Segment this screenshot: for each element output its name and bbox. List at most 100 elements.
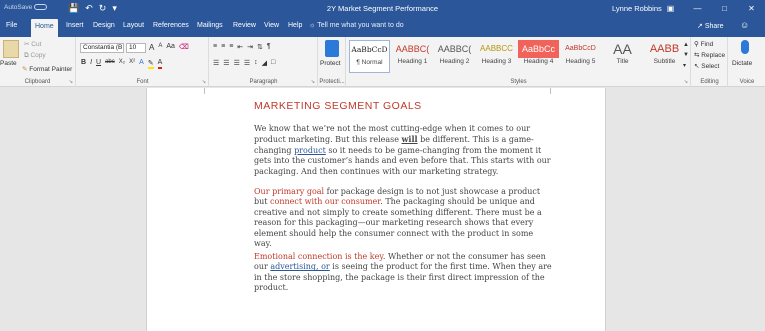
- paragraph-3[interactable]: Emotional connection is the key. Whether…: [254, 252, 552, 294]
- tab-insert[interactable]: Insert: [66, 22, 84, 29]
- editing-group: ⚲ Find ⇆ Replace ↖ Select Editing: [692, 37, 728, 87]
- feedback-icon[interactable]: ☺: [740, 20, 749, 30]
- tab-help[interactable]: Help: [288, 22, 302, 29]
- font-color-icon[interactable]: A: [157, 59, 163, 69]
- italic-button[interactable]: I: [90, 59, 92, 69]
- clipboard-group: Paste ✂ Cut ⧉ Copy ✎ Format Painter Clip…: [0, 37, 76, 87]
- decrease-indent-icon[interactable]: ⇤: [237, 43, 243, 51]
- style-subtitle[interactable]: AABB Subtitle: [644, 40, 685, 73]
- underlined-word: advertising, or: [270, 262, 330, 272]
- document-heading[interactable]: MARKETING SEGMENT GOALS: [254, 100, 422, 112]
- voice-group: Dictate Voice: [729, 37, 765, 87]
- find-button[interactable]: ⚲ Find: [694, 40, 713, 48]
- margin-mark: [204, 88, 205, 94]
- minimize-icon[interactable]: —: [684, 0, 711, 17]
- tab-view[interactable]: View: [264, 22, 279, 29]
- tab-design[interactable]: Design: [93, 22, 115, 29]
- align-center-icon[interactable]: ☰: [223, 59, 229, 67]
- shading-icon[interactable]: ◢: [262, 59, 267, 67]
- superscript-button[interactable]: X²: [129, 59, 135, 69]
- dictate-button[interactable]: Dictate: [732, 60, 752, 67]
- borders-icon[interactable]: □: [271, 59, 275, 67]
- paste-icon[interactable]: [3, 40, 19, 58]
- cut-button[interactable]: ✂ Cut: [24, 40, 41, 48]
- style-preview: AABBC(: [437, 44, 472, 54]
- styles-scroll-down-icon[interactable]: ▼: [683, 52, 689, 58]
- paragraph-1[interactable]: We know that we’re not the most cutting-…: [254, 124, 552, 177]
- bullets-icon[interactable]: ≡: [213, 43, 217, 51]
- replace-button[interactable]: ⇆ Replace: [694, 51, 725, 59]
- tab-mailings[interactable]: Mailings: [197, 22, 223, 29]
- restore-icon[interactable]: □: [711, 0, 738, 17]
- font-name-box[interactable]: Constantia (B: [80, 43, 124, 53]
- sort-icon[interactable]: ⇅: [257, 43, 263, 51]
- numbering-icon[interactable]: ≡: [221, 43, 225, 51]
- multilevel-list-icon[interactable]: ≡: [229, 43, 233, 51]
- select-button[interactable]: ↖ Select: [694, 62, 719, 70]
- text-effects-icon[interactable]: A: [139, 59, 144, 69]
- select-label: Select: [701, 63, 720, 70]
- align-right-icon[interactable]: ☰: [234, 59, 240, 67]
- style-heading-1[interactable]: AABBC( Heading 1: [392, 40, 433, 73]
- style-heading-4[interactable]: AaBbCc Heading 4: [518, 40, 559, 73]
- ribbon-display-icon[interactable]: ▣: [657, 0, 684, 17]
- tab-file[interactable]: File: [6, 22, 17, 29]
- shrink-font-button[interactable]: A: [158, 43, 162, 52]
- clear-format-icon[interactable]: ⌫: [179, 43, 189, 52]
- voice-label: Voice: [739, 79, 755, 85]
- user-name[interactable]: Lynne Robbins: [612, 4, 662, 13]
- line-spacing-icon[interactable]: ↕: [254, 59, 258, 67]
- style-heading-3[interactable]: AABBCC Heading 3: [476, 40, 517, 73]
- highlight-icon[interactable]: ✎: [147, 59, 154, 69]
- format-painter-button[interactable]: ✎ Format Painter: [22, 65, 72, 73]
- underlined-word: will: [401, 134, 418, 145]
- style-heading-5[interactable]: AaBbCcD Heading 5: [560, 40, 601, 73]
- strikethrough-button[interactable]: abc: [105, 59, 115, 69]
- tab-home[interactable]: Home: [31, 19, 58, 37]
- font-group: Constantia (B 10 A A Aa ⌫ B I U abc X₂ X…: [77, 37, 209, 87]
- tab-references[interactable]: References: [153, 22, 189, 29]
- ribbon-tabs: File Home Insert Design Layout Reference…: [0, 17, 765, 37]
- styles-scroll-up-icon[interactable]: ▲: [683, 42, 689, 48]
- style-name: Heading 3: [481, 58, 512, 65]
- styles-more-icon[interactable]: ▾: [683, 62, 686, 69]
- paragraph-2[interactable]: Our primary goal for package design is t…: [254, 187, 552, 249]
- protect-button[interactable]: Protect: [320, 60, 341, 67]
- tab-review[interactable]: Review: [233, 22, 256, 29]
- styles-launcher-icon[interactable]: ↘: [684, 79, 688, 85]
- justify-icon[interactable]: ☰: [244, 59, 250, 67]
- copy-button[interactable]: ⧉ Copy: [24, 52, 46, 60]
- change-case-button[interactable]: Aa: [166, 43, 175, 52]
- bold-button[interactable]: B: [81, 59, 86, 69]
- show-marks-icon[interactable]: ¶: [267, 43, 271, 51]
- grow-font-button[interactable]: A: [149, 43, 154, 52]
- search-icon: ⚲: [694, 41, 699, 48]
- style-preview: AaBbCc: [518, 40, 559, 58]
- style-preview: AABBC(: [395, 44, 430, 54]
- style-title[interactable]: AA Title: [602, 40, 643, 73]
- tell-me-text: Tell me what you want to do: [317, 22, 404, 29]
- title-bar: AutoSave 💾 ↶ ↻ ▾ 2Y Market Segment Perfo…: [0, 0, 765, 17]
- style-preview: AABB: [649, 43, 680, 55]
- close-icon[interactable]: ✕: [738, 0, 765, 17]
- clipboard-launcher-icon[interactable]: ↘: [69, 79, 73, 85]
- subscript-button[interactable]: X₂: [119, 59, 125, 69]
- paragraph-launcher-icon[interactable]: ↘: [311, 79, 315, 85]
- increase-indent-icon[interactable]: ⇥: [247, 43, 253, 51]
- microphone-icon[interactable]: [741, 40, 749, 54]
- highlighted-phrase: Emotional connection is the key: [254, 252, 383, 261]
- shield-icon[interactable]: [325, 40, 339, 57]
- tell-me-search[interactable]: ☼ Tell me what you want to do: [309, 22, 404, 29]
- style-normal[interactable]: AaBbCcD ¶ Normal: [349, 40, 390, 73]
- font-launcher-icon[interactable]: ↘: [202, 79, 206, 85]
- tab-layout[interactable]: Layout: [123, 22, 144, 29]
- style-heading-2[interactable]: AABBC( Heading 2: [434, 40, 475, 73]
- style-preview: AaBbCcD: [565, 45, 596, 52]
- align-left-icon[interactable]: ☰: [213, 59, 219, 67]
- underline-button[interactable]: U: [96, 59, 101, 69]
- font-size-box[interactable]: 10: [126, 43, 146, 53]
- paste-button[interactable]: Paste: [0, 60, 17, 67]
- share-button[interactable]: ↗ Share: [697, 22, 724, 30]
- ribbon: Paste ✂ Cut ⧉ Copy ✎ Format Painter Clip…: [0, 37, 765, 87]
- style-preview: AaBbCcD: [351, 45, 388, 54]
